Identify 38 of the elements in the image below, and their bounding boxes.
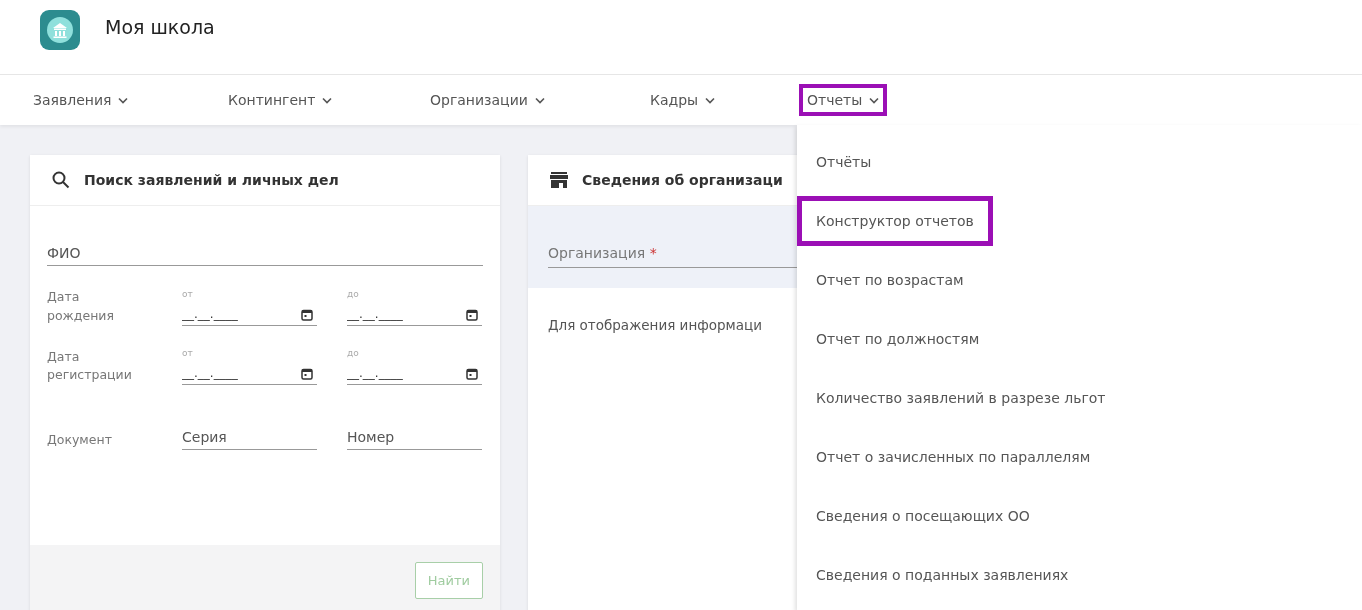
- nav-menu-item[interactable]: Кадры: [642, 84, 724, 116]
- menu-item[interactable]: Сведения о поданных заявлениях: [797, 550, 1088, 600]
- field-caption: от: [182, 348, 194, 358]
- chevron-down-icon: [118, 96, 129, 104]
- nav-menu-item[interactable]: Заявления: [25, 84, 137, 116]
- store-icon: [550, 172, 568, 188]
- field-caption: до: [347, 288, 360, 299]
- menu-item[interactable]: Количество заявлений в разрезе льгот: [797, 373, 1125, 423]
- card-title: Сведения об организаци: [582, 172, 783, 188]
- calendar-icon: [301, 308, 313, 321]
- field-label: Дата регистрации: [47, 347, 133, 385]
- field-label: Дата рождения: [47, 288, 115, 325]
- calendar-icon: [301, 368, 313, 380]
- chevron-down-icon: [705, 96, 716, 104]
- menu-item[interactable]: Отчет о зачисленных по параллелям: [797, 432, 1110, 482]
- chevron-down-icon: [869, 96, 880, 104]
- menu-item[interactable]: Отчет по должностям: [797, 314, 999, 364]
- menu-item[interactable]: Сведения о посещающих ОО: [797, 491, 1049, 541]
- chevron-down-icon: [534, 96, 545, 104]
- hint-text: Для отображения информаци: [548, 317, 762, 333]
- field-caption: до: [347, 348, 360, 358]
- nav-menu-item[interactable]: Организации: [422, 84, 553, 116]
- chevron-down-icon: [322, 96, 333, 104]
- nav-menu-item[interactable]: Контингент: [220, 84, 341, 116]
- number-field[interactable]: Номер: [347, 425, 482, 450]
- calendar-icon: [466, 368, 478, 380]
- search-icon: [52, 171, 70, 189]
- calendar-icon: [466, 308, 478, 321]
- name-field[interactable]: ФИО: [47, 241, 483, 266]
- field-caption: от: [182, 288, 194, 299]
- app-title: Моя школа: [105, 16, 215, 38]
- card-title: Поиск заявлений и личных дел: [84, 172, 339, 188]
- nav-menu-item[interactable]: Отчеты: [799, 84, 888, 116]
- menu-item[interactable]: Конструктор отчетов: [797, 196, 993, 246]
- menu-item[interactable]: Отчёты: [797, 137, 891, 187]
- field-label: Документ: [47, 431, 113, 450]
- app-logo: [40, 10, 80, 50]
- series-field[interactable]: Серия: [182, 425, 317, 450]
